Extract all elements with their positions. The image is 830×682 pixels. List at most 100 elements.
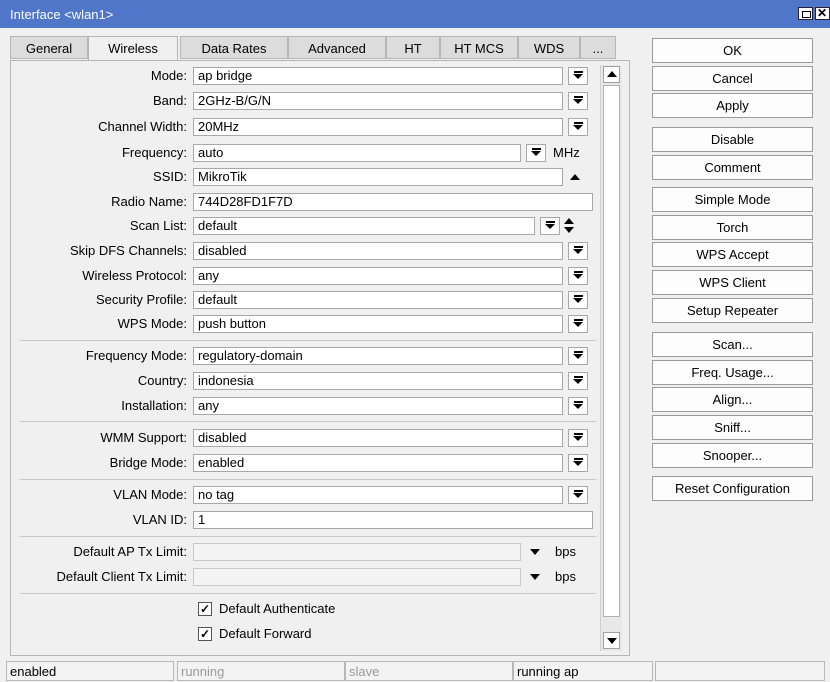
mode-dropdown-icon[interactable] bbox=[568, 67, 588, 85]
tab-ht-mcs[interactable]: HT MCS bbox=[440, 36, 518, 59]
status-empty bbox=[655, 661, 825, 681]
snooper-button[interactable]: Snooper... bbox=[652, 443, 813, 468]
cancel-button[interactable]: Cancel bbox=[652, 66, 813, 91]
band-dropdown-icon[interactable] bbox=[568, 92, 588, 110]
skip-dfs-dropdown-icon[interactable] bbox=[568, 242, 588, 260]
reset-configuration-button[interactable]: Reset Configuration bbox=[652, 476, 813, 501]
sniff-button[interactable]: Sniff... bbox=[652, 415, 813, 440]
tab-general[interactable]: General bbox=[10, 36, 88, 59]
scan-list-add-remove-icon[interactable] bbox=[563, 218, 575, 234]
scan-list-dropdown-icon[interactable] bbox=[540, 217, 560, 235]
tab-advanced[interactable]: Advanced bbox=[288, 36, 386, 59]
ap-tx-limit-unit: bps bbox=[555, 544, 576, 559]
separator bbox=[20, 593, 596, 594]
vlan-id-label: VLAN ID: bbox=[132, 512, 187, 527]
torch-button[interactable]: Torch bbox=[652, 215, 813, 240]
vlan-mode-label: VLAN Mode: bbox=[113, 487, 187, 502]
status-running: running bbox=[177, 661, 345, 681]
scroll-up-icon[interactable] bbox=[603, 66, 620, 83]
form-scrollbar[interactable] bbox=[600, 65, 622, 651]
frequency-label: Frequency: bbox=[121, 145, 187, 160]
installation-select[interactable]: any bbox=[193, 397, 563, 415]
client-tx-limit-unit: bps bbox=[555, 569, 576, 584]
client-tx-limit-label: Default Client Tx Limit: bbox=[56, 569, 187, 584]
vlan-mode-select[interactable]: no tag bbox=[193, 486, 563, 504]
scan-list-label: Scan List: bbox=[129, 218, 187, 233]
tab-more[interactable]: ... bbox=[580, 36, 616, 59]
wmm-support-dropdown-icon[interactable] bbox=[568, 429, 588, 447]
radio-name-label: Radio Name: bbox=[111, 194, 187, 209]
ssid-label: SSID: bbox=[153, 169, 187, 184]
default-authenticate-checkbox[interactable]: ✓ bbox=[198, 602, 212, 616]
frequency-unit: MHz bbox=[553, 145, 580, 160]
security-profile-label: Security Profile: bbox=[95, 292, 187, 307]
bridge-mode-label: Bridge Mode: bbox=[109, 455, 187, 470]
skip-dfs-select[interactable]: disabled bbox=[193, 242, 563, 260]
align-button[interactable]: Align... bbox=[652, 387, 813, 412]
simple-mode-button[interactable]: Simple Mode bbox=[652, 187, 813, 212]
client-tx-limit-input[interactable] bbox=[193, 568, 521, 586]
country-dropdown-icon[interactable] bbox=[568, 372, 588, 390]
status-bar: enabled running slave running ap bbox=[0, 659, 830, 682]
window-titlebar: Interface <wlan1> bbox=[0, 0, 830, 28]
bridge-mode-dropdown-icon[interactable] bbox=[568, 454, 588, 472]
wps-mode-select[interactable]: push button bbox=[193, 315, 563, 333]
scroll-down-icon[interactable] bbox=[603, 632, 620, 649]
tab-ht[interactable]: HT bbox=[386, 36, 440, 59]
setup-repeater-button[interactable]: Setup Repeater bbox=[652, 298, 813, 323]
ap-tx-limit-dropdown-icon[interactable] bbox=[530, 549, 540, 555]
apply-button[interactable]: Apply bbox=[652, 93, 813, 118]
wps-client-button[interactable]: WPS Client bbox=[652, 270, 813, 295]
comment-button[interactable]: Comment bbox=[652, 155, 813, 180]
country-label: Country: bbox=[137, 373, 187, 388]
frequency-mode-dropdown-icon[interactable] bbox=[568, 347, 588, 365]
wps-mode-dropdown-icon[interactable] bbox=[568, 315, 588, 333]
separator bbox=[20, 479, 596, 480]
wireless-protocol-select[interactable]: any bbox=[193, 267, 563, 285]
band-label: Band: bbox=[153, 93, 187, 108]
wmm-support-label: WMM Support: bbox=[100, 430, 187, 445]
status-enabled: enabled bbox=[6, 661, 174, 681]
security-profile-dropdown-icon[interactable] bbox=[568, 291, 588, 309]
disable-button[interactable]: Disable bbox=[652, 127, 813, 152]
security-profile-select[interactable]: default bbox=[193, 291, 563, 309]
tab-wireless[interactable]: Wireless bbox=[88, 36, 178, 61]
ap-tx-limit-input[interactable] bbox=[193, 543, 521, 561]
tab-wds[interactable]: WDS bbox=[518, 36, 580, 59]
frequency-dropdown-icon[interactable] bbox=[526, 144, 546, 162]
ok-button[interactable]: OK bbox=[652, 38, 813, 63]
mode-select[interactable]: ap bridge bbox=[193, 67, 563, 85]
client-tx-limit-dropdown-icon[interactable] bbox=[530, 574, 540, 580]
band-select[interactable]: 2GHz-B/G/N bbox=[193, 92, 563, 110]
separator bbox=[20, 421, 596, 422]
channel-width-dropdown-icon[interactable] bbox=[568, 118, 588, 136]
restore-icon[interactable] bbox=[798, 7, 813, 20]
frequency-select[interactable]: auto bbox=[193, 144, 521, 162]
vlan-mode-dropdown-icon[interactable] bbox=[568, 486, 588, 504]
wps-accept-button[interactable]: WPS Accept bbox=[652, 242, 813, 267]
frequency-mode-select[interactable]: regulatory-domain bbox=[193, 347, 563, 365]
skip-dfs-label: Skip DFS Channels: bbox=[69, 243, 187, 258]
wmm-support-select[interactable]: disabled bbox=[193, 429, 563, 447]
scrollbar-thumb[interactable] bbox=[603, 85, 620, 617]
close-icon[interactable] bbox=[815, 6, 830, 20]
installation-dropdown-icon[interactable] bbox=[568, 397, 588, 415]
tab-data-rates[interactable]: Data Rates bbox=[180, 36, 288, 59]
freq-usage-button[interactable]: Freq. Usage... bbox=[652, 360, 813, 385]
ssid-collapse-icon[interactable] bbox=[570, 174, 580, 180]
window-title: Interface <wlan1> bbox=[10, 7, 114, 22]
separator bbox=[20, 340, 596, 341]
separator bbox=[20, 536, 596, 537]
country-select[interactable]: indonesia bbox=[193, 372, 563, 390]
channel-width-select[interactable]: 20MHz bbox=[193, 118, 563, 136]
vlan-id-input[interactable]: 1 bbox=[193, 511, 593, 529]
wireless-protocol-dropdown-icon[interactable] bbox=[568, 267, 588, 285]
scan-list-select[interactable]: default bbox=[193, 217, 535, 235]
frequency-mode-label: Frequency Mode: bbox=[85, 348, 187, 363]
bridge-mode-select[interactable]: enabled bbox=[193, 454, 563, 472]
mode-label: Mode: bbox=[150, 68, 187, 83]
scan-button[interactable]: Scan... bbox=[652, 332, 813, 357]
ssid-input[interactable]: MikroTik bbox=[193, 168, 563, 186]
radio-name-input[interactable]: 744D28FD1F7D bbox=[193, 193, 593, 211]
default-forward-checkbox[interactable]: ✓ bbox=[198, 627, 212, 641]
